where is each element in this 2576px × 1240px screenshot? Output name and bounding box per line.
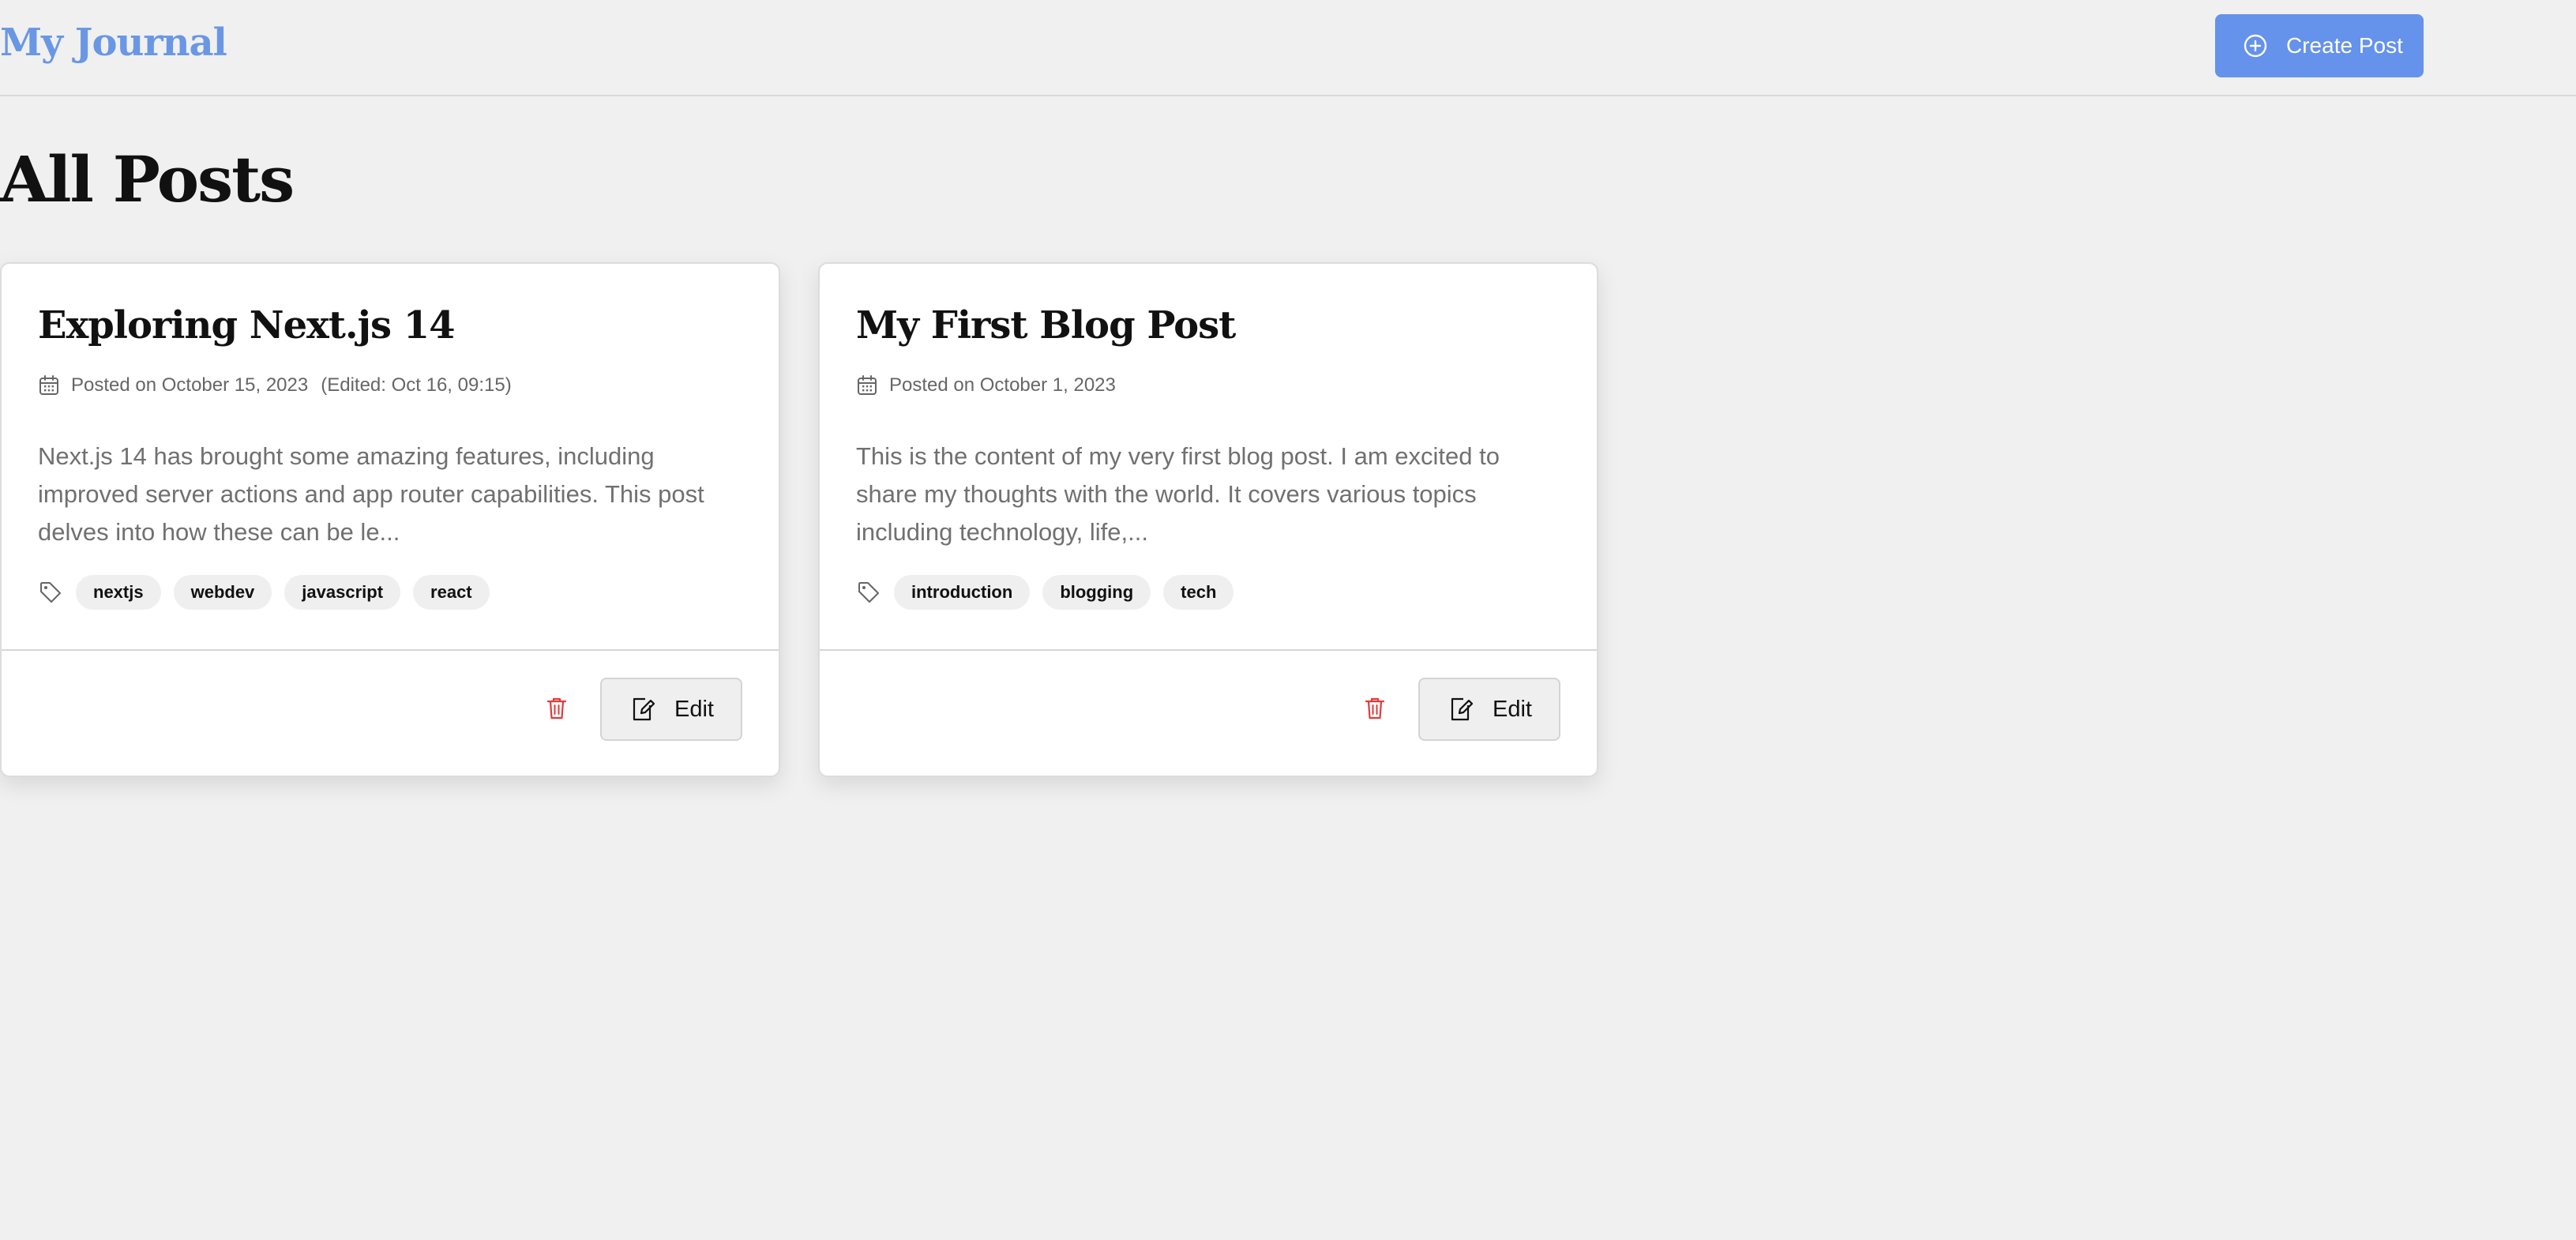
tag-chip[interactable]: introduction [894, 575, 1031, 610]
edit-post-button[interactable]: Edit [600, 678, 742, 741]
post-excerpt: Next.js 14 has brought some amazing feat… [38, 442, 704, 546]
app-logo[interactable]: My Journal [0, 21, 227, 65]
post-date: Posted on October 1, 2023 [889, 374, 1116, 396]
tag-icon [38, 580, 63, 605]
delete-post-button[interactable] [540, 693, 573, 727]
post-title[interactable]: Exploring Next.js 14 [38, 303, 456, 348]
card-divider [2, 649, 779, 651]
calendar-icon [38, 374, 60, 396]
create-post-button[interactable]: Create Post [2215, 14, 2424, 77]
tag-chip[interactable]: nextjs [76, 575, 161, 610]
trash-icon [1363, 696, 1387, 725]
post-tags: nextjs webdev javascript react [38, 575, 502, 610]
page-title: All Posts [0, 142, 295, 216]
trash-icon [545, 696, 569, 725]
post-edited: (Edited: Oct 16, 09:15) [321, 374, 512, 396]
tag-chip[interactable]: blogging [1042, 575, 1151, 610]
app-header: My Journal Create Post [0, 0, 2576, 96]
tag-chip[interactable]: tech [1163, 575, 1234, 610]
delete-post-button[interactable] [1358, 693, 1391, 727]
post-tags: introduction blogging tech [856, 575, 1246, 610]
post-meta: Posted on October 1, 2023 [856, 374, 1116, 396]
post-title[interactable]: My First Blog Post [856, 303, 1236, 348]
edit-icon [1447, 696, 1474, 723]
edit-icon [629, 696, 655, 723]
calendar-icon [856, 374, 878, 396]
card-divider [820, 649, 1597, 651]
edit-post-button[interactable]: Edit [1418, 678, 1560, 741]
tag-chip[interactable]: javascript [284, 575, 401, 610]
edit-label: Edit [1493, 696, 1532, 722]
plus-circle-icon [2242, 32, 2269, 59]
post-meta: Posted on October 15, 2023 (Edited: Oct … [38, 374, 512, 396]
edit-label: Edit [674, 696, 714, 722]
create-post-label: Create Post [2286, 33, 2403, 58]
tag-chip[interactable]: react [413, 575, 490, 610]
post-date: Posted on October 15, 2023 [71, 374, 309, 396]
post-excerpt: This is the content of my very first blo… [856, 442, 1500, 546]
post-card: Exploring Next.js 14 Posted on October 1… [0, 262, 780, 777]
tag-chip[interactable]: webdev [173, 575, 272, 610]
post-card: My First Blog Post Posted on October 1, … [818, 262, 1598, 777]
tag-icon [856, 580, 881, 605]
